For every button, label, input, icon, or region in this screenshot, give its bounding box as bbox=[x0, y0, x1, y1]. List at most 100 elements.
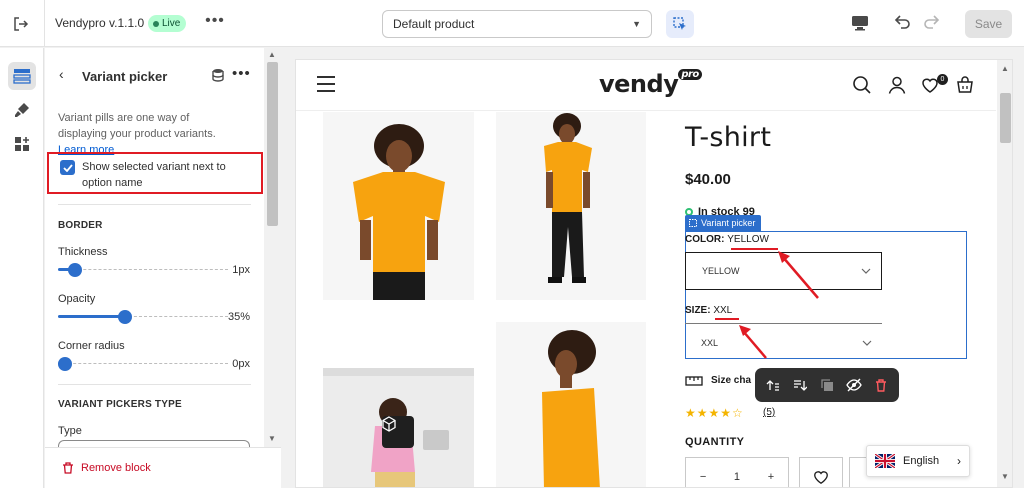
checkbox-label: Show selected variant next to option nam… bbox=[82, 161, 226, 189]
scroll-up-icon[interactable]: ▲ bbox=[1001, 64, 1009, 73]
opacity-slider[interactable] bbox=[58, 310, 228, 324]
search-icon[interactable] bbox=[852, 75, 872, 95]
color-selected-value: YELLOW bbox=[727, 234, 769, 245]
product-image-side[interactable] bbox=[496, 112, 646, 300]
preview-scroll-thumb[interactable] bbox=[1000, 93, 1011, 143]
annotation-arrow-size bbox=[739, 325, 767, 359]
scroll-down-icon[interactable]: ▼ bbox=[1001, 472, 1009, 481]
preview-scrollbar[interactable]: ▲ ▼ bbox=[997, 60, 1012, 487]
panel-more-icon[interactable]: ••• bbox=[232, 65, 251, 82]
size-value-highlight bbox=[715, 318, 739, 320]
product-image-profile[interactable] bbox=[496, 322, 646, 487]
cart-icon[interactable] bbox=[955, 75, 975, 95]
save-button[interactable]: Save bbox=[965, 10, 1012, 38]
qty-increment-button[interactable]: + bbox=[768, 471, 774, 483]
panel-title: Variant picker bbox=[82, 69, 168, 84]
corner-radius-label: Corner radius bbox=[58, 340, 125, 352]
product-image-lifestyle[interactable] bbox=[323, 322, 474, 487]
border-section-title: BORDER bbox=[58, 220, 103, 231]
size-option-label: SIZE: XXL bbox=[685, 305, 732, 316]
thickness-value: 1px bbox=[232, 264, 250, 276]
divider bbox=[58, 204, 251, 205]
theme-title: Vendypro v.1.1.0 bbox=[55, 16, 145, 30]
template-select[interactable]: Default product ▼ bbox=[382, 10, 652, 38]
review-count-link[interactable]: (5) bbox=[763, 407, 775, 418]
thickness-slider[interactable] bbox=[58, 263, 228, 277]
delete-block-icon[interactable] bbox=[870, 373, 893, 397]
logo-badge: pro bbox=[678, 69, 702, 80]
quantity-stepper[interactable]: − 1 + bbox=[685, 457, 789, 487]
apps-icon[interactable] bbox=[8, 130, 36, 158]
menu-icon[interactable] bbox=[317, 76, 335, 92]
opacity-value: 35% bbox=[227, 311, 250, 323]
ruler-icon bbox=[685, 375, 703, 386]
account-icon[interactable] bbox=[887, 75, 907, 95]
size-select-value: XXL bbox=[701, 337, 719, 348]
exit-icon[interactable] bbox=[10, 13, 32, 35]
duplicate-icon[interactable] bbox=[815, 373, 838, 397]
picker-type-section-title: VARIANT PICKERS TYPE bbox=[58, 399, 182, 410]
panel-scroll-thumb[interactable] bbox=[267, 62, 278, 226]
color-label-text: COLOR: bbox=[685, 234, 725, 245]
topbar-divider bbox=[44, 0, 45, 47]
undo-icon[interactable] bbox=[892, 12, 914, 34]
size-chart-label: Size cha bbox=[711, 375, 752, 386]
size-select[interactable]: XXL bbox=[685, 323, 882, 361]
chevron-down-icon: ▼ bbox=[632, 19, 641, 29]
block-select-icon bbox=[689, 219, 697, 227]
show-selected-variant-checkbox[interactable] bbox=[60, 160, 75, 175]
more-options-icon[interactable]: ••• bbox=[205, 13, 225, 33]
uk-flag-icon bbox=[875, 454, 895, 468]
panel-description: Variant pills are one way of displaying … bbox=[58, 110, 238, 158]
qty-decrement-button[interactable]: − bbox=[700, 471, 706, 483]
scroll-down-icon[interactable]: ▼ bbox=[268, 434, 276, 443]
trash-icon bbox=[63, 462, 73, 474]
move-down-icon[interactable] bbox=[788, 373, 811, 397]
3d-model-icon[interactable] bbox=[382, 416, 414, 448]
chevron-down-icon bbox=[861, 268, 871, 274]
store-logo[interactable]: vendy pro bbox=[599, 69, 702, 98]
live-badge-label: Live bbox=[162, 18, 181, 29]
panel-scrollbar[interactable]: ▲ ▼ bbox=[264, 48, 281, 448]
color-option-label: COLOR: YELLOW bbox=[685, 234, 769, 245]
size-chart-link[interactable]: Size cha bbox=[685, 375, 751, 386]
corner-radius-value: 0px bbox=[232, 358, 250, 370]
live-badge: Live bbox=[148, 15, 187, 32]
block-settings-panel: ‹ Variant picker ••• Variant pills are o… bbox=[45, 48, 281, 488]
store-header: vendy pro 0 bbox=[296, 60, 996, 111]
corner-radius-slider[interactable] bbox=[58, 357, 228, 371]
thickness-label: Thickness bbox=[58, 246, 108, 258]
scroll-up-icon[interactable]: ▲ bbox=[268, 50, 276, 59]
logo-text: vendy bbox=[599, 70, 679, 98]
heart-icon bbox=[814, 471, 828, 485]
variant-picker-block-badge[interactable]: Variant picker bbox=[685, 215, 762, 231]
product-price: $40.00 bbox=[685, 171, 731, 188]
product-image-front[interactable] bbox=[323, 112, 474, 300]
editor-rail bbox=[0, 48, 44, 488]
redo-icon[interactable] bbox=[922, 12, 944, 34]
inspector-toggle-button[interactable] bbox=[666, 10, 694, 38]
annotation-arrow-color bbox=[778, 251, 819, 299]
template-select-value: Default product bbox=[393, 17, 475, 31]
editor-topbar: Vendypro v.1.1.0 Live ••• Default produc… bbox=[0, 0, 1024, 47]
move-up-icon[interactable] bbox=[761, 373, 784, 397]
sections-icon[interactable] bbox=[8, 62, 36, 90]
desktop-preview-icon[interactable] bbox=[850, 13, 872, 35]
remove-block-label: Remove block bbox=[81, 462, 151, 474]
product-title: T-shirt bbox=[685, 122, 772, 153]
add-to-wishlist-button[interactable] bbox=[799, 457, 843, 487]
color-select-value: YELLOW bbox=[702, 266, 740, 276]
database-icon[interactable] bbox=[212, 68, 224, 82]
theme-settings-icon[interactable] bbox=[8, 96, 36, 124]
back-arrow-icon[interactable]: ‹ bbox=[59, 66, 64, 82]
quantity-label: QUANTITY bbox=[685, 436, 745, 448]
rating-stars-icon: ★★★★☆ bbox=[685, 406, 744, 420]
chevron-down-icon bbox=[862, 340, 872, 346]
qty-value[interactable]: 1 bbox=[734, 471, 740, 483]
type-label: Type bbox=[58, 425, 82, 437]
hide-block-icon[interactable] bbox=[843, 373, 866, 397]
color-value-highlight bbox=[731, 248, 778, 250]
language-selector[interactable]: English › bbox=[866, 445, 970, 477]
remove-block-button[interactable]: Remove block bbox=[62, 462, 151, 474]
show-selected-variant-setting[interactable]: Show selected variant next to option nam… bbox=[47, 152, 263, 194]
